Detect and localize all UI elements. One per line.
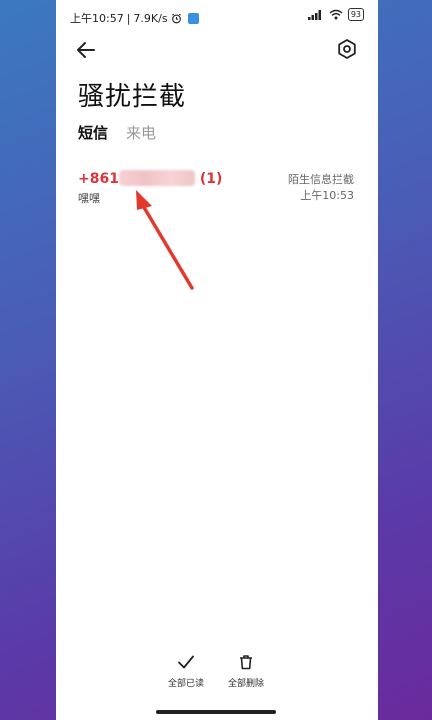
phone-screen: 上午10:57 | 7.9K/s 93 骚扰拦截 短信 来电 +861 (1) … xyxy=(56,0,378,720)
message-sender: +861 (1) xyxy=(78,170,222,187)
tab-calls[interactable]: 来电 xyxy=(126,122,156,143)
status-separator: | xyxy=(126,11,131,25)
trash-icon xyxy=(240,655,252,670)
redacted-number-mask xyxy=(118,170,195,186)
status-bar: 上午10:57 | 7.9K/s 93 xyxy=(56,0,378,34)
network-speed: 7.9K/s xyxy=(133,11,168,25)
app-notification-icon xyxy=(187,12,199,24)
message-time: 上午10:53 xyxy=(300,189,354,202)
mark-all-read-button[interactable]: 全部已读 xyxy=(164,654,208,689)
blocked-message-item[interactable]: +861 (1) 嘿嘿 陌生信息拦截 上午10:53 xyxy=(56,164,378,208)
tab-bar: 短信 来电 xyxy=(78,122,156,143)
block-reason-label: 陌生信息拦截 xyxy=(288,173,354,186)
message-count: (1) xyxy=(199,171,223,187)
status-right: 93 xyxy=(307,8,364,21)
back-arrow-icon xyxy=(77,42,95,58)
message-preview: 嘿嘿 xyxy=(78,192,100,205)
settings-button[interactable] xyxy=(336,38,358,60)
page-title: 骚扰拦截 xyxy=(78,82,187,112)
checkmark-icon xyxy=(178,655,194,669)
delete-all-label: 全部删除 xyxy=(227,679,264,689)
status-left: 上午10:57 | 7.9K/s xyxy=(70,10,199,26)
tab-sms[interactable]: 短信 xyxy=(78,122,108,143)
bottom-action-bar: 全部已读 全部删除 xyxy=(56,654,378,694)
signal-icon xyxy=(307,10,321,20)
delete-all-button[interactable]: 全部删除 xyxy=(224,654,268,689)
battery-indicator: 93 xyxy=(347,8,364,21)
back-button[interactable] xyxy=(74,38,98,62)
status-time: 上午10:57 xyxy=(70,12,124,25)
mark-all-read-label: 全部已读 xyxy=(167,679,204,689)
home-indicator[interactable] xyxy=(156,710,276,714)
sender-number-prefix: +861 xyxy=(78,171,119,187)
settings-icon xyxy=(338,39,356,59)
wifi-icon xyxy=(329,9,343,20)
alarm-icon xyxy=(171,13,181,23)
